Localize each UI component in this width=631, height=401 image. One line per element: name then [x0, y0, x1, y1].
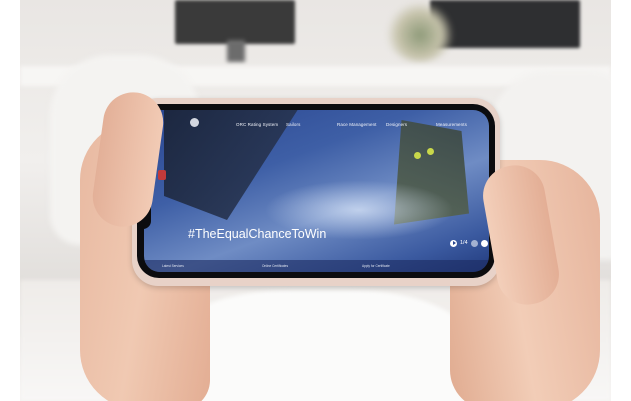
sail-marking — [414, 152, 421, 159]
nav-item-race-management[interactable]: Race Management — [337, 122, 377, 127]
hero-headline: #TheEqualChanceToWin — [188, 227, 327, 241]
slide-counter: 1/4 — [460, 240, 468, 246]
play-icon[interactable] — [450, 239, 457, 247]
orc-logo-icon[interactable] — [190, 118, 199, 127]
boat-hull-detail — [158, 170, 166, 180]
photo-scene: ORC Rating System Sailors Race Managemen… — [20, 0, 611, 401]
nav-item-measurements[interactable]: Measurements — [436, 122, 467, 127]
phone-screen: ORC Rating System Sailors Race Managemen… — [144, 110, 489, 272]
slide-dot[interactable] — [470, 239, 478, 247]
footer-link-latest-services[interactable]: Latest Services — [162, 264, 184, 268]
nav-item-sailors[interactable]: Sailors — [286, 122, 300, 127]
background-monitor — [175, 0, 295, 44]
footer-link-apply-certificate[interactable]: Apply for Certificate — [362, 264, 390, 268]
footer-links-bar: Latest Services Online Certificates Appl… — [144, 260, 489, 272]
site-nav: ORC Rating System Sailors Race Managemen… — [144, 118, 489, 134]
footer-link-online-certificates[interactable]: Online Certificates — [262, 264, 288, 268]
slide-pager: 1/4 — [450, 238, 488, 248]
slide-dot-active[interactable] — [480, 239, 488, 247]
nav-item-orc-rating-system[interactable]: ORC Rating System — [236, 122, 278, 127]
sail-marking — [427, 148, 434, 155]
background-monitor-stand — [227, 40, 245, 62]
person-shirt — [170, 290, 470, 401]
nav-item-designers[interactable]: Designers — [386, 122, 407, 127]
background-plant — [385, 2, 455, 62]
